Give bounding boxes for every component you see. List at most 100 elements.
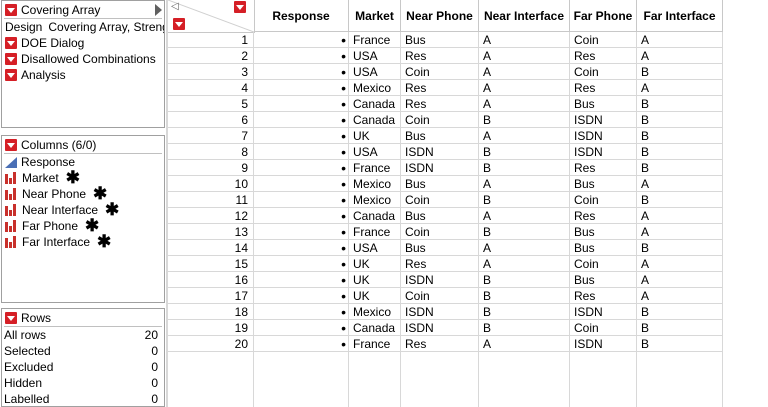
row-number[interactable]: 8: [168, 144, 254, 160]
table-cell-near-phone[interactable]: ISDN: [401, 272, 479, 288]
column-header-market[interactable]: Market: [349, 0, 401, 32]
table-cell-near-interface[interactable]: A: [479, 176, 570, 192]
column-item-near-phone[interactable]: Near Phone ✱: [2, 185, 164, 202]
table-cell-near-interface[interactable]: B: [479, 304, 570, 320]
row-number[interactable]: 16: [168, 272, 254, 288]
table-cell-far-interface[interactable]: B: [637, 336, 723, 352]
table-cell-far-phone[interactable]: Bus: [570, 96, 637, 112]
row-number[interactable]: 19: [168, 320, 254, 336]
row-number[interactable]: 15: [168, 256, 254, 272]
row-number[interactable]: 1: [168, 32, 254, 48]
table-cell-near-phone[interactable]: Res: [401, 48, 479, 64]
table-cell-market[interactable]: UK: [349, 128, 401, 144]
table-cell-near-interface[interactable]: A: [479, 96, 570, 112]
table-cell-near-interface[interactable]: A: [479, 64, 570, 80]
select-all-arrow-icon[interactable]: ◁: [171, 1, 179, 12]
table-cell-far-interface[interactable]: B: [637, 320, 723, 336]
table-cell-near-phone[interactable]: Coin: [401, 224, 479, 240]
table-cell-near-interface[interactable]: A: [479, 208, 570, 224]
table-cell-near-phone[interactable]: Bus: [401, 32, 479, 48]
table-cell-far-interface[interactable]: B: [637, 240, 723, 256]
table-cell-near-interface[interactable]: B: [479, 192, 570, 208]
row-number[interactable]: 17: [168, 288, 254, 304]
table-cell-near-phone[interactable]: ISDN: [401, 320, 479, 336]
red-triangle-menu-icon[interactable]: [5, 138, 17, 151]
table-cell-market[interactable]: Canada: [349, 320, 401, 336]
table-cell-market[interactable]: Mexico: [349, 176, 401, 192]
column-header-near-interface[interactable]: Near Interface: [479, 0, 570, 32]
column-item-near-interface[interactable]: Near Interface ✱: [2, 201, 164, 218]
table-cell-far-interface[interactable]: B: [637, 192, 723, 208]
table-cell-response[interactable]: •: [254, 256, 349, 272]
table-variable-design[interactable]: Design Covering Array, Streng: [2, 19, 164, 35]
column-header-response[interactable]: Response: [254, 0, 349, 32]
table-cell-market[interactable]: UK: [349, 272, 401, 288]
row-number[interactable]: 14: [168, 240, 254, 256]
table-cell-response[interactable]: •: [254, 160, 349, 176]
table-cell-market[interactable]: Mexico: [349, 304, 401, 320]
script-doe-dialog[interactable]: DOE Dialog: [2, 35, 164, 51]
table-cell-far-interface[interactable]: A: [637, 48, 723, 64]
table-cell-response[interactable]: •: [254, 320, 349, 336]
row-number[interactable]: 11: [168, 192, 254, 208]
columns-panel-header[interactable]: Columns (6/0): [2, 136, 164, 153]
column-item-far-interface[interactable]: Far Interface ✱: [2, 233, 164, 250]
table-cell-far-interface[interactable]: A: [637, 208, 723, 224]
table-cell-far-phone[interactable]: ISDN: [570, 128, 637, 144]
row-number[interactable]: 7: [168, 128, 254, 144]
table-cell-response[interactable]: •: [254, 96, 349, 112]
table-cell-far-phone[interactable]: Bus: [570, 272, 637, 288]
column-header-far-phone[interactable]: Far Phone: [570, 0, 637, 32]
column-item-market[interactable]: Market ✱: [2, 169, 164, 186]
table-cell-near-phone[interactable]: Bus: [401, 176, 479, 192]
script-disallowed-combinations[interactable]: Disallowed Combinations: [2, 51, 164, 67]
table-cell-response[interactable]: •: [254, 128, 349, 144]
run-script-icon[interactable]: [155, 3, 162, 16]
table-cell-near-interface[interactable]: B: [479, 112, 570, 128]
red-triangle-menu-icon[interactable]: [5, 53, 17, 65]
red-triangle-menu-icon[interactable]: [5, 3, 17, 16]
table-cell-response[interactable]: •: [254, 64, 349, 80]
table-cell-far-phone[interactable]: Coin: [570, 320, 637, 336]
table-cell-far-phone[interactable]: Res: [570, 288, 637, 304]
table-cell-far-interface[interactable]: B: [637, 304, 723, 320]
red-triangle-menu-icon[interactable]: [5, 69, 17, 81]
rows-menu-triangle-icon[interactable]: [173, 18, 185, 30]
table-cell-near-phone[interactable]: ISDN: [401, 304, 479, 320]
table-cell-far-phone[interactable]: ISDN: [570, 304, 637, 320]
table-cell-response[interactable]: •: [254, 304, 349, 320]
row-number[interactable]: 3: [168, 64, 254, 80]
row-number[interactable]: 20: [168, 336, 254, 352]
table-cell-far-interface[interactable]: A: [637, 256, 723, 272]
table-cell-response[interactable]: •: [254, 288, 349, 304]
table-cell-response[interactable]: •: [254, 48, 349, 64]
table-cell-response[interactable]: •: [254, 336, 349, 352]
table-cell-market[interactable]: France: [349, 160, 401, 176]
script-analysis[interactable]: Analysis: [2, 67, 164, 83]
red-triangle-menu-icon[interactable]: [5, 37, 17, 49]
table-cell-near-interface[interactable]: B: [479, 224, 570, 240]
table-cell-near-phone[interactable]: Res: [401, 336, 479, 352]
table-cell-near-interface[interactable]: A: [479, 48, 570, 64]
table-cell-market[interactable]: Canada: [349, 208, 401, 224]
table-cell-far-phone[interactable]: ISDN: [570, 336, 637, 352]
table-cell-far-phone[interactable]: Coin: [570, 192, 637, 208]
table-cell-far-phone[interactable]: Bus: [570, 176, 637, 192]
table-cell-market[interactable]: Mexico: [349, 80, 401, 96]
table-cell-market[interactable]: Canada: [349, 96, 401, 112]
table-cell-response[interactable]: •: [254, 272, 349, 288]
table-cell-near-phone[interactable]: ISDN: [401, 160, 479, 176]
table-cell-market[interactable]: UK: [349, 288, 401, 304]
table-cell-near-interface[interactable]: A: [479, 336, 570, 352]
table-cell-near-interface[interactable]: B: [479, 144, 570, 160]
table-cell-response[interactable]: •: [254, 32, 349, 48]
table-cell-far-phone[interactable]: ISDN: [570, 144, 637, 160]
table-cell-response[interactable]: •: [254, 224, 349, 240]
table-cell-far-interface[interactable]: B: [637, 64, 723, 80]
column-item-response[interactable]: Response: [2, 154, 164, 170]
table-cell-response[interactable]: •: [254, 240, 349, 256]
table-cell-market[interactable]: Mexico: [349, 192, 401, 208]
table-cell-market[interactable]: USA: [349, 240, 401, 256]
row-number[interactable]: 12: [168, 208, 254, 224]
table-cell-response[interactable]: •: [254, 144, 349, 160]
